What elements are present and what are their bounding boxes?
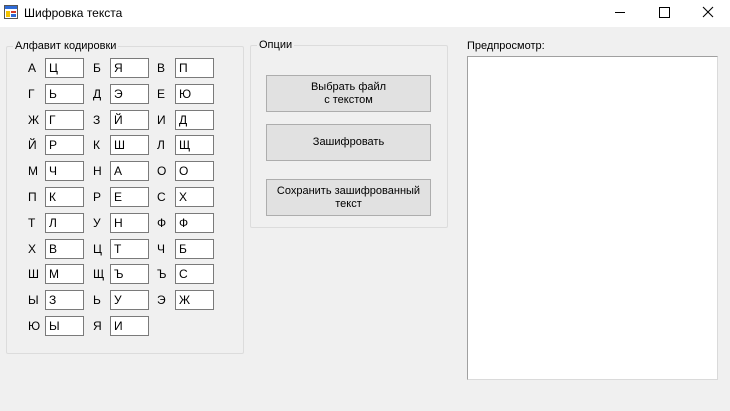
preview-label: Предпросмотр: xyxy=(467,40,545,52)
cipher-letter-input[interactable]: Л xyxy=(45,213,84,233)
app-window-icon xyxy=(4,5,18,19)
cipher-letter-input[interactable]: Ц xyxy=(45,58,84,78)
letter-label: В xyxy=(157,61,166,75)
letter-label: Э xyxy=(157,293,166,307)
save-encrypted-button[interactable]: Сохранить зашифрованный текст xyxy=(266,179,431,216)
letter-label: Р xyxy=(93,190,102,204)
letter-label: Т xyxy=(28,216,36,230)
minimize-icon xyxy=(615,12,625,13)
letter-label: Е xyxy=(157,87,166,101)
letter-label: А xyxy=(28,61,37,75)
letter-label: Я xyxy=(93,319,102,333)
cipher-letter-input[interactable]: У xyxy=(110,290,149,310)
cipher-letter-input[interactable]: Е xyxy=(110,187,149,207)
cipher-letter-input[interactable]: М xyxy=(45,264,84,284)
cipher-letter-input[interactable]: Ы xyxy=(45,316,84,336)
letter-label: С xyxy=(157,190,166,204)
letter-label: К xyxy=(93,138,100,152)
cipher-letter-input[interactable]: Й xyxy=(110,110,149,130)
cipher-letter-input[interactable]: Н xyxy=(110,213,149,233)
cipher-letter-input[interactable]: Ь xyxy=(45,84,84,104)
letter-label: Ц xyxy=(93,242,102,256)
cipher-letter-input[interactable]: Т xyxy=(110,239,149,259)
encrypt-button[interactable]: Зашифровать xyxy=(266,124,431,161)
letter-label: Б xyxy=(93,61,101,75)
letter-label: Ъ xyxy=(157,267,167,281)
letter-label: Ф xyxy=(157,216,167,230)
cipher-letter-input[interactable]: Ч xyxy=(45,161,84,181)
cipher-letter-input[interactable]: Д xyxy=(175,110,214,130)
maximize-icon xyxy=(659,7,670,18)
letter-label: И xyxy=(157,113,166,127)
cipher-letter-input[interactable]: В xyxy=(45,239,84,259)
cipher-letter-input[interactable]: С xyxy=(175,264,214,284)
letter-label: Й xyxy=(28,138,37,152)
letter-label: Ы xyxy=(28,293,39,307)
letter-label: Ь xyxy=(93,293,101,307)
cipher-letter-input[interactable]: Х xyxy=(175,187,214,207)
alphabet-group-title: Алфавит кодировки xyxy=(13,40,119,53)
cipher-letter-input[interactable]: Р xyxy=(45,135,84,155)
cipher-letter-input[interactable]: О xyxy=(175,161,214,181)
close-button[interactable] xyxy=(685,0,730,26)
title-bar[interactable]: Шифровка текста xyxy=(0,0,730,27)
letter-label: Г xyxy=(28,87,35,101)
letter-label: Н xyxy=(93,164,102,178)
minimize-button[interactable] xyxy=(597,0,643,26)
options-group-title: Опции xyxy=(257,39,295,52)
letter-label: З xyxy=(93,113,101,127)
cipher-letter-input[interactable]: К xyxy=(45,187,84,207)
cipher-letter-input[interactable]: Ъ xyxy=(110,264,149,284)
cipher-letter-input[interactable]: Ю xyxy=(175,84,214,104)
cipher-letter-input[interactable]: Я xyxy=(110,58,149,78)
cipher-letter-input[interactable]: Щ xyxy=(175,135,214,155)
close-icon xyxy=(702,6,714,18)
cipher-letter-input[interactable]: Б xyxy=(175,239,214,259)
letter-label: Х xyxy=(28,242,37,256)
cipher-letter-input[interactable]: Г xyxy=(45,110,84,130)
maximize-button[interactable] xyxy=(641,0,687,26)
cipher-letter-input[interactable]: Ж xyxy=(175,290,214,310)
cipher-letter-input[interactable]: И xyxy=(110,316,149,336)
letter-label: Ш xyxy=(28,267,39,281)
choose-file-button[interactable]: Выбрать файл с текстом xyxy=(266,75,431,112)
cipher-letter-input[interactable]: З xyxy=(45,290,84,310)
letter-label: У xyxy=(93,216,101,230)
letter-label: Ю xyxy=(28,319,41,333)
preview-textbox[interactable] xyxy=(467,56,718,380)
letter-label: Ч xyxy=(157,242,165,256)
letter-label: Л xyxy=(157,138,165,152)
letter-label: Щ xyxy=(93,267,105,281)
window-title: Шифровка текста xyxy=(24,6,123,20)
cipher-letter-input[interactable]: Ш xyxy=(110,135,149,155)
letter-label: О xyxy=(157,164,167,178)
letter-label: М xyxy=(28,164,38,178)
letter-label: Ж xyxy=(28,113,40,127)
cipher-letter-input[interactable]: П xyxy=(175,58,214,78)
letter-label: Д xyxy=(93,87,102,101)
cipher-letter-input[interactable]: Э xyxy=(110,84,149,104)
cipher-letter-input[interactable]: А xyxy=(110,161,149,181)
cipher-letter-input[interactable]: Ф xyxy=(175,213,214,233)
letter-label: П xyxy=(28,190,37,204)
